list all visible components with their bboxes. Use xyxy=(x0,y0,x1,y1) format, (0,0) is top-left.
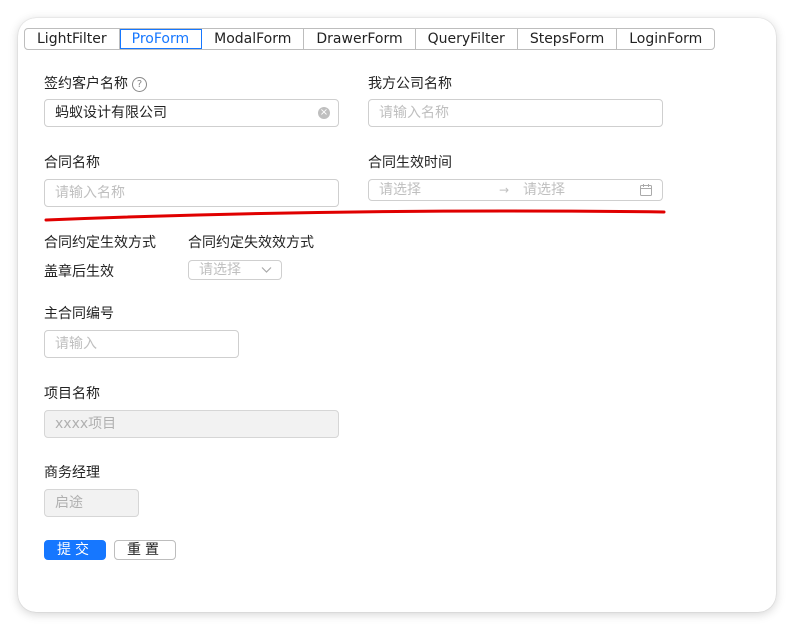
reset-button[interactable]: 重置 xyxy=(114,540,176,560)
customer-name-label: 签约客户名称? xyxy=(44,73,147,93)
project-name-label: 项目名称 xyxy=(44,386,100,402)
project-name-input: xxxx项目 xyxy=(44,410,339,438)
submit-button[interactable]: 提交 xyxy=(44,540,106,560)
main-contract-no-label: 主合同编号 xyxy=(44,306,114,322)
tab-loginform[interactable]: LoginForm xyxy=(617,29,714,49)
main-contract-no-input[interactable]: 请输入 xyxy=(44,330,239,358)
expire-method-label: 合同约定失效效方式 xyxy=(188,235,314,251)
form-card: LightFilter ProForm ModalForm DrawerForm… xyxy=(18,18,776,612)
tab-queryfilter[interactable]: QueryFilter xyxy=(416,29,518,49)
chevron-down-icon xyxy=(261,267,272,273)
business-manager-label: 商务经理 xyxy=(44,465,100,481)
effective-time-range-picker[interactable]: 请选择 → 请选择 xyxy=(368,179,663,201)
company-name-label: 我方公司名称 xyxy=(368,76,452,92)
customer-name-label-text: 签约客户名称 xyxy=(44,76,128,92)
business-manager-placeholder: 启途 xyxy=(55,495,83,511)
project-name-placeholder: xxxx项目 xyxy=(55,416,117,432)
tab-modalform[interactable]: ModalForm xyxy=(202,29,305,49)
expire-method-select[interactable]: 请选择 xyxy=(188,260,282,280)
tab-proform[interactable]: ProForm xyxy=(119,29,203,49)
contract-name-placeholder: 请输入名称 xyxy=(55,185,125,201)
effective-method-value: 盖章后生效 xyxy=(44,264,114,280)
effective-method-label: 合同约定生效方式 xyxy=(44,235,156,251)
tab-lightfilter[interactable]: LightFilter xyxy=(25,29,120,49)
customer-name-input[interactable]: 蚂蚁设计有限公司 × xyxy=(44,99,339,127)
tab-bar: LightFilter ProForm ModalForm DrawerForm… xyxy=(24,28,716,50)
tab-drawerform[interactable]: DrawerForm xyxy=(304,29,416,49)
effective-time-end[interactable]: 请选择 xyxy=(523,180,565,200)
clear-icon[interactable]: × xyxy=(318,107,330,119)
expire-method-placeholder: 请选择 xyxy=(199,262,241,278)
customer-name-value: 蚂蚁设计有限公司 xyxy=(55,105,167,121)
tab-stepsform[interactable]: StepsForm xyxy=(518,29,618,49)
company-name-placeholder: 请输入名称 xyxy=(379,105,449,121)
range-arrow-icon: → xyxy=(499,183,510,197)
effective-time-start[interactable]: 请选择 xyxy=(379,180,421,200)
calendar-icon xyxy=(640,184,652,196)
red-annotation-line xyxy=(44,209,666,222)
contract-name-label: 合同名称 xyxy=(44,155,100,171)
business-manager-input: 启途 xyxy=(44,489,139,517)
company-name-input[interactable]: 请输入名称 xyxy=(368,99,663,127)
main-contract-no-placeholder: 请输入 xyxy=(55,336,97,352)
question-circle-icon[interactable]: ? xyxy=(132,77,147,92)
effective-time-label: 合同生效时间 xyxy=(368,155,452,171)
